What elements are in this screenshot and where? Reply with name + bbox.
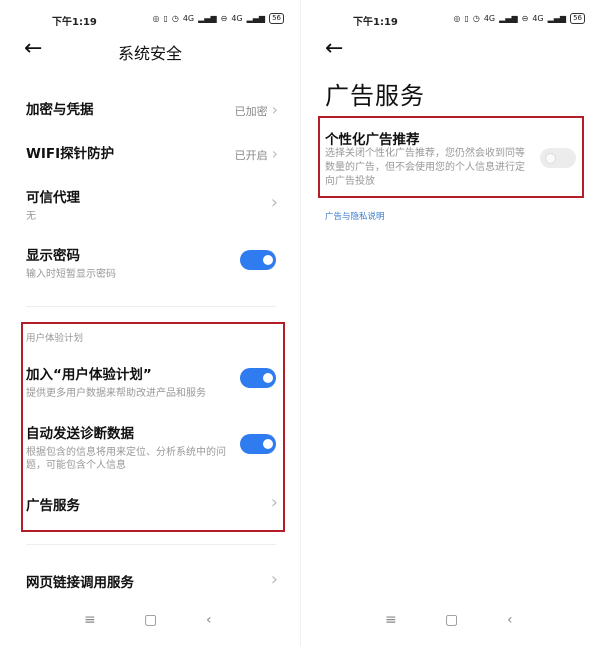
home-icon[interactable]: ▢ xyxy=(144,612,157,628)
diagnostics-toggle[interactable] xyxy=(240,434,276,454)
system-security-screen: 下午1:19 ◎ ▯ ◷ 4G ▂▄▆ ⊖ 4G ▂▄▆ 56 ← 系统安全 加… xyxy=(0,0,300,646)
status-bar: 下午1:19 ◎ ▯ ◷ 4G ▂▄▆ ⊖ 4G ▂▄▆ 56 xyxy=(0,10,300,30)
row-label: 广告服务 xyxy=(26,498,80,514)
sync-icon: ◎ xyxy=(152,14,160,23)
web-link-service-row[interactable]: 网页链接调用服务 › xyxy=(26,569,278,592)
chevron-right-icon: › xyxy=(271,100,278,119)
send-diagnostics-row: 自动发送诊断数据 根据包含的信息将用来定位、分析系统中的问题，可能包含个人信息 xyxy=(26,422,278,472)
signal-icon-2: ▂▄▆ xyxy=(246,14,266,23)
ad-service-row[interactable]: 广告服务 › xyxy=(26,492,278,515)
back-icon[interactable]: ‹ xyxy=(206,612,212,628)
nav-bar: ≡ ▢ ‹ xyxy=(0,612,300,632)
alarm-icon: ◷ xyxy=(171,14,179,23)
ux-program-toggle[interactable] xyxy=(240,368,276,388)
row-value: 已加密 › xyxy=(235,100,278,119)
sync-icon: ◎ xyxy=(453,14,461,23)
top-bar: ← xyxy=(301,36,600,64)
section-label: 用户体验计划 xyxy=(26,333,84,344)
vibrate-icon: ▯ xyxy=(163,14,168,23)
trusted-agent-row[interactable]: 可信代理 无 › xyxy=(26,186,278,223)
wifi-protection-status: 已开启 xyxy=(234,149,268,162)
back-icon[interactable]: ‹ xyxy=(507,612,513,628)
dnd-icon: ⊖ xyxy=(521,14,529,23)
menu-icon[interactable]: ≡ xyxy=(84,612,96,628)
chevron-right-icon: › xyxy=(271,144,278,163)
signal-icon: ▂▄▆ xyxy=(198,14,217,23)
row-sub: 根据包含的信息将用来定位、分析系统中的问题，可能包含个人信息 xyxy=(26,447,226,471)
show-password-toggle[interactable] xyxy=(240,250,276,270)
ad-privacy-link[interactable]: 广告与隐私说明 xyxy=(325,210,385,222)
signal-icon-2: ▂▄▆ xyxy=(547,14,567,23)
network-label-2: 4G xyxy=(231,14,243,23)
encryption-credentials-row[interactable]: 加密与凭据 已加密 › xyxy=(26,98,278,119)
personalized-ads-toggle[interactable] xyxy=(540,148,576,168)
row-label: 可信代理 xyxy=(26,190,80,206)
dnd-icon: ⊖ xyxy=(220,14,228,23)
chevron-right-icon: › xyxy=(270,569,278,590)
vibrate-icon: ▯ xyxy=(464,14,469,23)
network-label-2: 4G xyxy=(532,14,544,23)
row-label: 网页链接调用服务 xyxy=(26,575,134,591)
menu-icon[interactable]: ≡ xyxy=(385,612,397,628)
personalized-ads-label: 个性化广告推荐 xyxy=(325,132,420,148)
alarm-icon: ◷ xyxy=(472,14,480,23)
show-password-row: 显示密码 输入时短暂显示密码 xyxy=(26,244,278,281)
network-label: 4G xyxy=(182,14,195,23)
row-sub: 无 xyxy=(26,211,36,222)
encryption-status: 已加密 xyxy=(234,105,268,118)
chevron-right-icon: › xyxy=(270,192,278,213)
signal-icon: ▂▄▆ xyxy=(499,14,518,23)
row-sub: 输入时短暂显示密码 xyxy=(26,269,116,280)
status-bar: 下午1:19 ◎ ▯ ◷ 4G ▂▄▆ ⊖ 4G ▂▄▆ 56 xyxy=(301,10,600,30)
network-label: 4G xyxy=(483,14,496,23)
join-ux-program-row: 加入“用户体验计划” 提供更多用户数据来帮助改进产品和服务 xyxy=(26,363,278,400)
page-title: 广告服务 xyxy=(325,82,425,110)
top-bar: ← 系统安全 xyxy=(0,36,300,64)
chevron-right-icon: › xyxy=(270,492,278,513)
row-sub: 提供更多用户数据来帮助改进产品和服务 xyxy=(26,388,206,399)
status-time: 下午1:19 xyxy=(353,17,398,28)
status-icons: ◎ ▯ ◷ 4G ▂▄▆ ⊖ 4G ▂▄▆ 56 xyxy=(152,13,284,24)
nav-bar: ≡ ▢ ‹ xyxy=(301,612,600,632)
divider xyxy=(26,544,276,545)
status-time: 下午1:19 xyxy=(52,17,97,28)
ad-service-screen: 下午1:19 ◎ ▯ ◷ 4G ▂▄▆ ⊖ 4G ▂▄▆ 56 ← 广告服务 个… xyxy=(300,0,600,646)
wifi-probe-protection-row[interactable]: WIFI探针防护 已开启 › xyxy=(26,142,278,163)
battery-icon: 56 xyxy=(570,13,585,24)
row-value: 已开启 › xyxy=(235,144,278,163)
battery-icon: 56 xyxy=(269,13,284,24)
page-title: 系统安全 xyxy=(117,44,182,63)
back-arrow-icon[interactable]: ← xyxy=(325,38,343,60)
home-icon[interactable]: ▢ xyxy=(445,612,458,628)
personalized-ads-description: 选择关闭个性化广告推荐，您仍然会收到同等数量的广告，但不会使用您的个人信息进行定… xyxy=(325,148,525,187)
status-icons: ◎ ▯ ◷ 4G ▂▄▆ ⊖ 4G ▂▄▆ 56 xyxy=(453,13,585,24)
divider xyxy=(26,306,276,307)
